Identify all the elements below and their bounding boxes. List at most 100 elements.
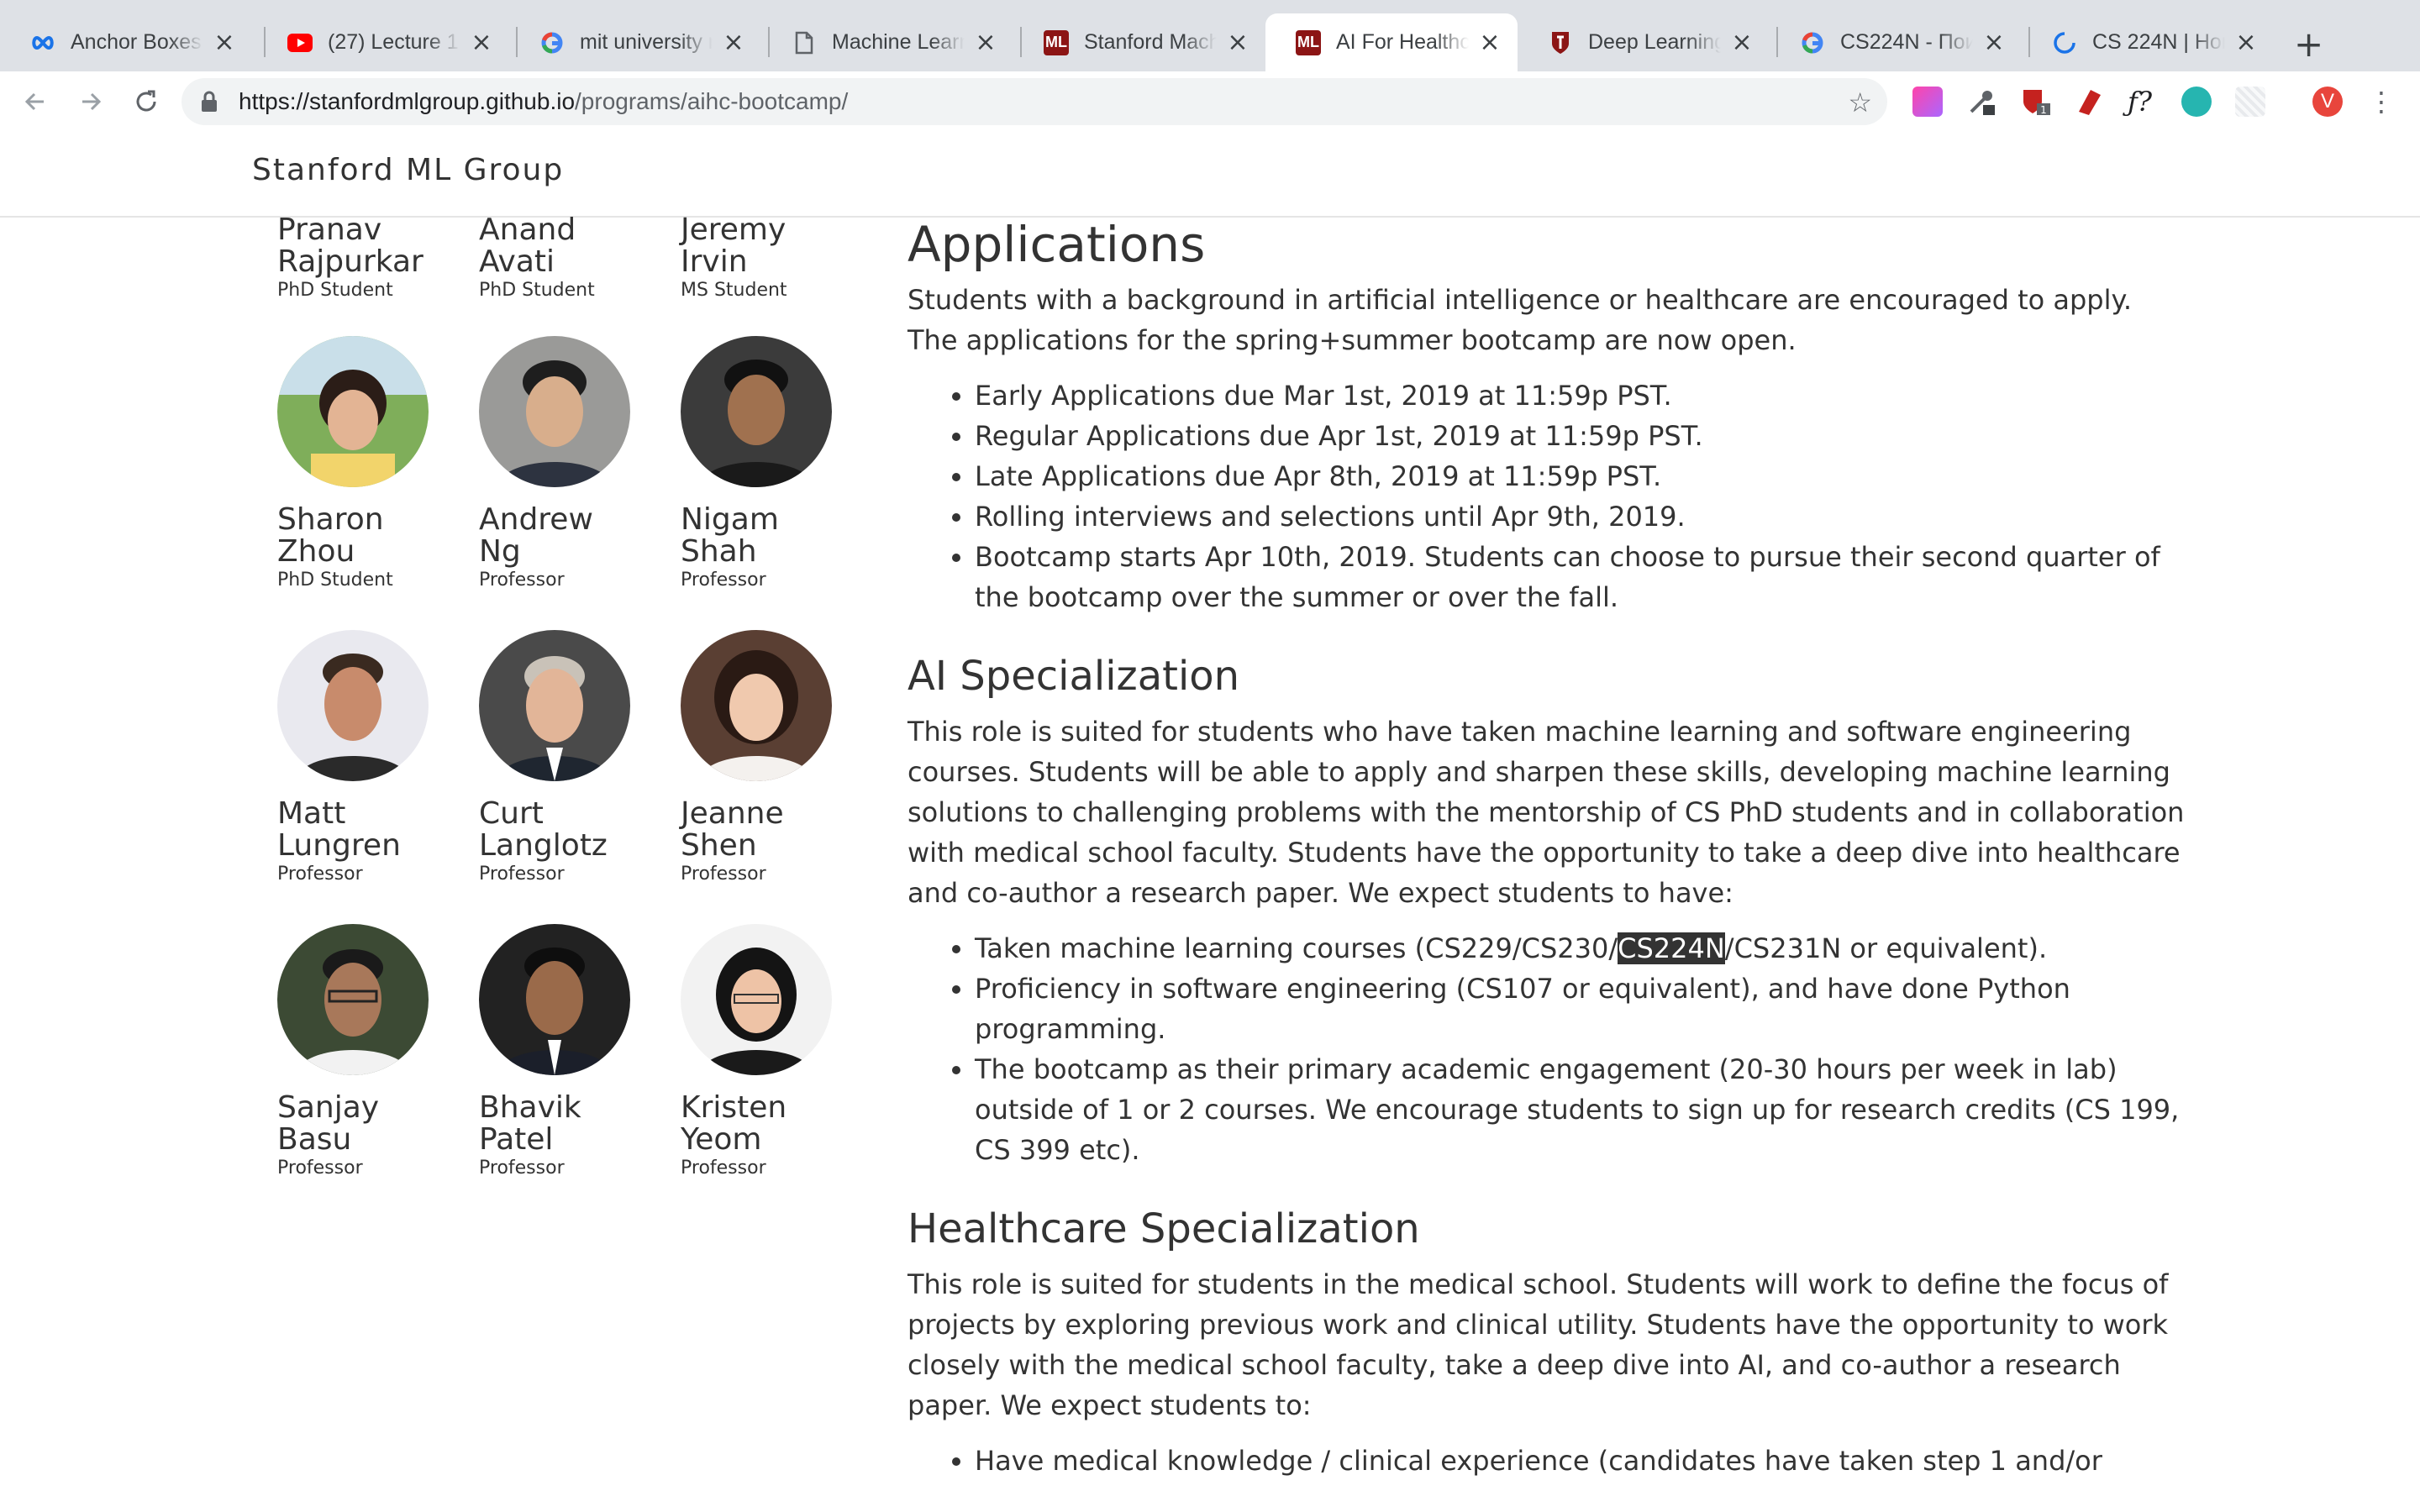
extension-lastpass-icon[interactable]: [2074, 87, 2104, 117]
person-first-name: Sharon: [277, 502, 384, 537]
address-bar[interactable]: https://stanfordmlgroup.github.io/progra…: [182, 78, 1887, 125]
list-item: Have medical knowledge / clinical experi…: [975, 1441, 2185, 1481]
tab-title: Deep Learning: [1588, 30, 1721, 55]
person-first-name: Jeanne: [681, 796, 784, 831]
person-first-name: Sanjay: [277, 1090, 380, 1125]
list-item: Rolling interviews and selections until …: [975, 496, 2185, 537]
tab-deep-learning[interactable]: Deep Learning ×: [1518, 13, 1770, 71]
site-header: Stanford ML Group: [0, 132, 2420, 218]
person-last-name: Basu: [277, 1122, 352, 1157]
google-icon: [1800, 30, 1825, 55]
person-card: Sanjay Basu Professor: [277, 924, 471, 1179]
ml-icon: ML: [1296, 29, 1321, 55]
browser-toolbar: https://stanfordmlgroup.github.io/progra…: [0, 71, 2420, 134]
close-icon[interactable]: ×: [469, 28, 494, 57]
extension-eyedropper-icon[interactable]: [1966, 87, 1996, 117]
close-icon[interactable]: ×: [212, 28, 237, 57]
tab-machine-learning[interactable]: Machine Learni ×: [761, 13, 1013, 71]
close-icon[interactable]: ×: [1225, 28, 1250, 57]
lock-icon: [202, 91, 217, 112]
tab-lecture[interactable]: (27) Lecture 1 | ×: [257, 13, 509, 71]
tab-title: Stanford Machi: [1084, 30, 1217, 55]
person-last-name: Zhou: [277, 534, 355, 569]
avatar: [277, 630, 429, 781]
menu-kebab-icon[interactable]: ⋮: [2366, 87, 2396, 117]
avatar: [479, 630, 630, 781]
close-icon[interactable]: ×: [973, 28, 998, 57]
url-path: /programs/aihc-bootcamp/: [575, 88, 849, 114]
close-icon[interactable]: ×: [1729, 28, 1754, 57]
healthcare-requirements-list: Have medical knowledge / clinical experi…: [908, 1441, 2185, 1481]
tab-mit-search[interactable]: mit university n ×: [509, 13, 761, 71]
svg-text:1: 1: [2040, 104, 2047, 116]
person-first-name: Andrew: [479, 502, 593, 537]
infinity-icon: [30, 30, 55, 55]
reload-button[interactable]: [126, 81, 166, 122]
forward-button[interactable]: [71, 81, 111, 122]
ai-specialization-heading: AI Specialization: [908, 653, 1240, 700]
person-role: Professor: [479, 864, 565, 885]
course-text: /CS231N or equivalent).: [1724, 932, 2048, 964]
ai-requirements-list: Taken machine learning courses (CS229/CS…: [908, 928, 2185, 1170]
person-card: Nigam Shah Professor: [681, 336, 874, 591]
person-last-name: Ng: [479, 534, 521, 569]
tab-cs224n-search[interactable]: CS224N - Пои ×: [1770, 13, 2022, 71]
google-icon: [539, 30, 565, 55]
person-last-name: Shah: [681, 534, 757, 569]
person-card: Andrew Ng Professor: [479, 336, 672, 591]
extension-fontface-icon[interactable]: ƒ?: [2128, 87, 2158, 117]
selected-text[interactable]: CS224N: [1618, 932, 1725, 964]
person-role: PhD Student: [479, 280, 595, 301]
course-text: Taken machine learning courses (CS229/CS…: [975, 932, 1618, 964]
person-last-name: Yeom: [681, 1122, 762, 1157]
ml-icon: ML: [1044, 29, 1069, 55]
person-role: PhD Student: [277, 280, 393, 301]
tab-cs224n-home[interactable]: CS 224N | Hom ×: [2022, 13, 2274, 71]
person-role: Professor: [277, 864, 363, 885]
close-icon[interactable]: ×: [721, 28, 746, 57]
tab-anchor-boxes[interactable]: Anchor Boxes - ×: [0, 13, 252, 71]
tab-ai-for-healthcare[interactable]: ML AI For Healthca ×: [1265, 13, 1518, 71]
arrow-left-icon: [24, 92, 44, 111]
back-button[interactable]: [15, 81, 55, 122]
extension-shield-icon[interactable]: 1: [2020, 87, 2050, 117]
tab-title: CS224N - Пои: [1840, 30, 1973, 55]
tab-title: Anchor Boxes -: [71, 30, 203, 55]
extension-mercury-icon[interactable]: [2181, 87, 2212, 117]
extension-grid-icon[interactable]: [2235, 87, 2265, 117]
person-card: Pranav Rajpurkar PhD Student: [277, 214, 471, 302]
new-tab-button[interactable]: +: [2294, 24, 2323, 65]
person-first-name: Kristen: [681, 1090, 787, 1125]
site-brand[interactable]: Stanford ML Group: [252, 153, 564, 187]
extension-gradient-icon[interactable]: [1912, 87, 1943, 117]
person-card: Jeanne Shen Professor: [681, 630, 874, 885]
profile-avatar[interactable]: V: [2312, 87, 2343, 117]
list-item: Bootcamp starts Apr 10th, 2019. Students…: [975, 537, 2185, 617]
person-role: Professor: [277, 1158, 363, 1179]
tab-title: AI For Healthca: [1336, 30, 1469, 55]
tab-stanford-machine[interactable]: ML Stanford Machi ×: [1013, 13, 1265, 71]
main-content: Applications Students with a background …: [908, 214, 2185, 1481]
person-first-name: Nigam: [681, 502, 779, 537]
avatar: [681, 924, 832, 1075]
person-last-name: Avati: [479, 244, 555, 279]
ai-specialization-intro: This role is suited for students who hav…: [908, 716, 2185, 909]
person-last-name: Lungren: [277, 828, 401, 863]
list-item: The bootcamp as their primary academic e…: [975, 1049, 2185, 1170]
document-icon: [792, 30, 817, 55]
stanford-icon: [1548, 30, 1573, 55]
list-item: Early Applications due Mar 1st, 2019 at …: [975, 375, 2185, 416]
loading-icon: [2052, 30, 2077, 55]
person-card: Sharon Zhou PhD Student: [277, 336, 471, 591]
person-last-name: Irvin: [681, 244, 748, 279]
person-card: Curt Langlotz Professor: [479, 630, 672, 885]
bookmark-star-icon[interactable]: ☆: [1848, 87, 1872, 118]
tab-strip: Anchor Boxes - × (27) Lecture 1 | × mit …: [0, 0, 2420, 71]
close-icon[interactable]: ×: [1477, 28, 1502, 57]
close-icon[interactable]: ×: [1981, 28, 2007, 57]
person-last-name: Shen: [681, 828, 757, 863]
person-card: Jeremy Irvin MS Student: [681, 214, 874, 302]
arrow-right-icon: [82, 92, 102, 111]
person-last-name: Patel: [479, 1122, 554, 1157]
close-icon[interactable]: ×: [2233, 28, 2259, 57]
